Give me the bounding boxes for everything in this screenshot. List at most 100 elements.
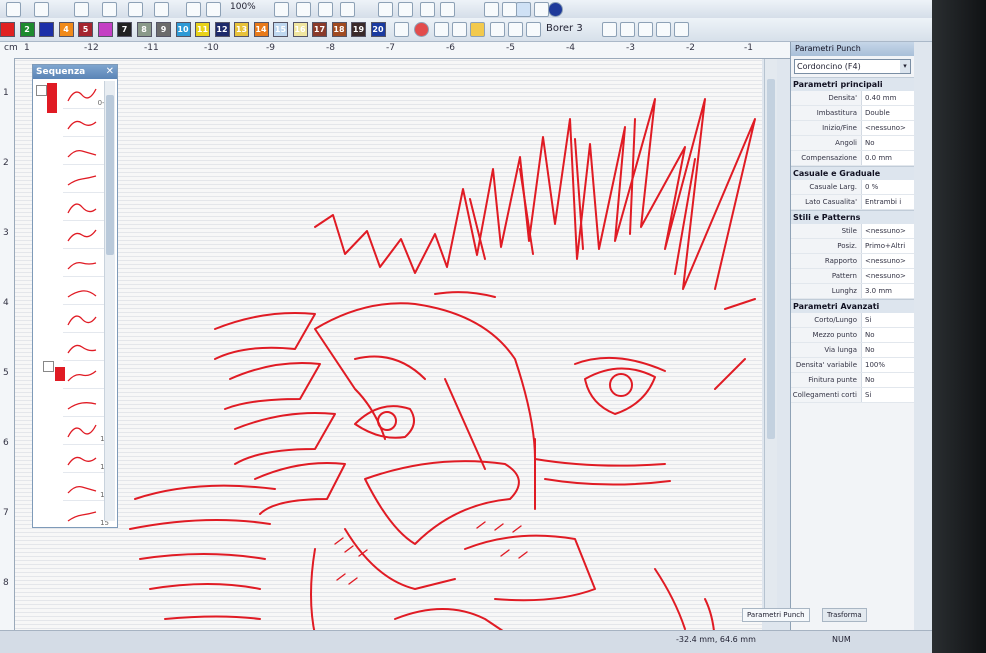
color-prev-icon[interactable] xyxy=(378,2,393,17)
parameter-row[interactable]: Stile <nessuno> xyxy=(791,224,914,239)
parameter-value[interactable]: Double xyxy=(861,106,914,120)
parameter-value[interactable]: Primo+Altri xyxy=(861,239,914,253)
sequence-item[interactable] xyxy=(63,389,109,417)
parameter-value[interactable]: 0.0 mm xyxy=(861,151,914,165)
cut-icon[interactable] xyxy=(102,2,117,17)
sequence-item[interactable] xyxy=(63,109,109,137)
parameter-value[interactable]: Si xyxy=(861,388,914,402)
parameter-row[interactable]: Imbastitura Double xyxy=(791,106,914,121)
stitch-type-combo[interactable]: Cordoncino (F4) ▾ xyxy=(794,59,911,74)
lock-icon[interactable] xyxy=(452,22,467,37)
section-header[interactable]: Parametri principali xyxy=(791,77,914,91)
color-swatch[interactable]: 11 xyxy=(195,22,210,37)
parameter-row[interactable]: Posiz. Primo+Altri xyxy=(791,239,914,254)
chevron-down-icon[interactable]: ▾ xyxy=(900,60,910,73)
save-as-icon[interactable] xyxy=(74,2,89,17)
sequence-item[interactable]: 12 xyxy=(63,445,109,473)
stitch-back-icon[interactable] xyxy=(420,2,435,17)
parameter-row[interactable]: Collegamenti corti Si xyxy=(791,388,914,403)
zoom-in-icon[interactable] xyxy=(274,2,289,17)
paste-icon[interactable] xyxy=(154,2,169,17)
undo-icon[interactable] xyxy=(186,2,201,17)
zoom-fit-icon[interactable] xyxy=(296,2,311,17)
sequence-item[interactable] xyxy=(63,361,109,389)
parameter-row[interactable]: Via lunga No xyxy=(791,343,914,358)
parameter-value[interactable]: 0 % xyxy=(861,180,914,194)
parameter-value[interactable]: Si xyxy=(861,313,914,327)
sequence-item[interactable]: 8 xyxy=(63,333,109,361)
parameter-row[interactable]: Mezzo punto No xyxy=(791,328,914,343)
text-icon[interactable] xyxy=(490,22,505,37)
node-tool-icon[interactable] xyxy=(534,2,549,17)
color-swatch[interactable]: 12 xyxy=(214,22,230,37)
parameter-row[interactable]: Finitura punte No xyxy=(791,373,914,388)
sequence-item[interactable]: 6 xyxy=(63,277,109,305)
sequence-item[interactable]: 4 xyxy=(63,221,109,249)
section-header[interactable]: Parametri Avanzati xyxy=(791,299,914,313)
design-canvas[interactable] xyxy=(15,59,762,653)
info-icon[interactable] xyxy=(548,2,563,17)
color-swatch[interactable]: 18 xyxy=(331,22,347,37)
scroll-thumb[interactable] xyxy=(767,79,775,439)
parameter-value[interactable]: 100% xyxy=(861,358,914,372)
close-icon[interactable]: ✕ xyxy=(106,65,114,79)
sequence-scrollbar[interactable] xyxy=(104,81,115,521)
rotate-left-icon[interactable] xyxy=(656,22,671,37)
color-swatch[interactable]: 4 xyxy=(58,22,74,37)
parameter-row[interactable]: Casuale Larg. 0 % xyxy=(791,180,914,195)
parameter-value[interactable]: <nessuno> xyxy=(861,121,914,135)
zoom-out-icon[interactable] xyxy=(318,2,333,17)
canvas-scrollbar[interactable] xyxy=(764,59,777,619)
sequence-item[interactable]: 10 xyxy=(63,417,109,445)
scissors-icon[interactable] xyxy=(394,22,409,37)
sequence-item[interactable]: 0-8 xyxy=(63,81,109,109)
parameter-value[interactable]: 3.0 mm xyxy=(861,284,914,298)
color-swatch[interactable]: 15 xyxy=(273,22,288,37)
draw-curve-icon[interactable] xyxy=(502,2,517,17)
needle-icon[interactable] xyxy=(434,22,449,37)
color-swatch[interactable]: 19 xyxy=(351,22,366,37)
parameter-value[interactable]: Entrambi i xyxy=(861,195,914,209)
stitch-type-select[interactable]: Borer 3 xyxy=(546,23,583,34)
section-header[interactable]: Casuale e Graduale xyxy=(791,166,914,180)
parameter-value[interactable]: No xyxy=(861,343,914,357)
color-swatch[interactable]: 2 xyxy=(19,22,35,37)
color-swatch[interactable]: 17 xyxy=(312,22,327,37)
fill-icon[interactable] xyxy=(638,22,653,37)
parameter-row[interactable]: Angoli No xyxy=(791,136,914,151)
color-swatch[interactable] xyxy=(39,22,54,37)
color-swatch[interactable] xyxy=(97,22,113,37)
redo-icon[interactable] xyxy=(206,2,221,17)
star-icon[interactable] xyxy=(470,22,485,37)
select-tool-icon[interactable] xyxy=(516,2,531,17)
copy-icon[interactable] xyxy=(128,2,143,17)
sequence-item[interactable] xyxy=(63,305,109,333)
color-next-icon[interactable] xyxy=(398,2,413,17)
parameter-value[interactable]: No xyxy=(861,373,914,387)
sequence-item[interactable] xyxy=(63,165,109,193)
color-swatch[interactable]: 7 xyxy=(117,22,132,37)
parameter-row[interactable]: Densita' variabile 100% xyxy=(791,358,914,373)
stitch-forward-icon[interactable] xyxy=(440,2,455,17)
applique-icon[interactable] xyxy=(620,22,635,37)
parameter-row[interactable]: Densita' 0.40 mm xyxy=(791,91,914,106)
borer-icon[interactable] xyxy=(602,22,617,37)
color-swatch[interactable]: 10 xyxy=(175,22,191,37)
color-swatch[interactable]: 16 xyxy=(292,22,308,37)
letter-a-icon[interactable] xyxy=(508,22,523,37)
section-header[interactable]: Stili e Patterns xyxy=(791,210,914,224)
parameter-row[interactable]: Inizio/Fine <nessuno> xyxy=(791,121,914,136)
parameter-value[interactable]: <nessuno> xyxy=(861,254,914,268)
sequence-item[interactable]: 2 xyxy=(63,137,109,165)
parameter-row[interactable]: Compensazione 0.0 mm xyxy=(791,151,914,166)
sequence-item[interactable] xyxy=(63,249,109,277)
parameter-row[interactable]: Pattern <nessuno> xyxy=(791,269,914,284)
color-swatch[interactable]: 5 xyxy=(78,22,93,37)
sequence-item[interactable]: 15 xyxy=(63,501,109,529)
parameter-row[interactable]: Rapporto <nessuno> xyxy=(791,254,914,269)
parameter-value[interactable]: <nessuno> xyxy=(861,269,914,283)
parameter-row[interactable]: Lunghz 3.0 mm xyxy=(791,284,914,299)
color-swatch[interactable]: 9 xyxy=(156,22,171,37)
color-swatch[interactable]: 14 xyxy=(253,22,269,37)
color-swatch[interactable]: 13 xyxy=(234,22,249,37)
